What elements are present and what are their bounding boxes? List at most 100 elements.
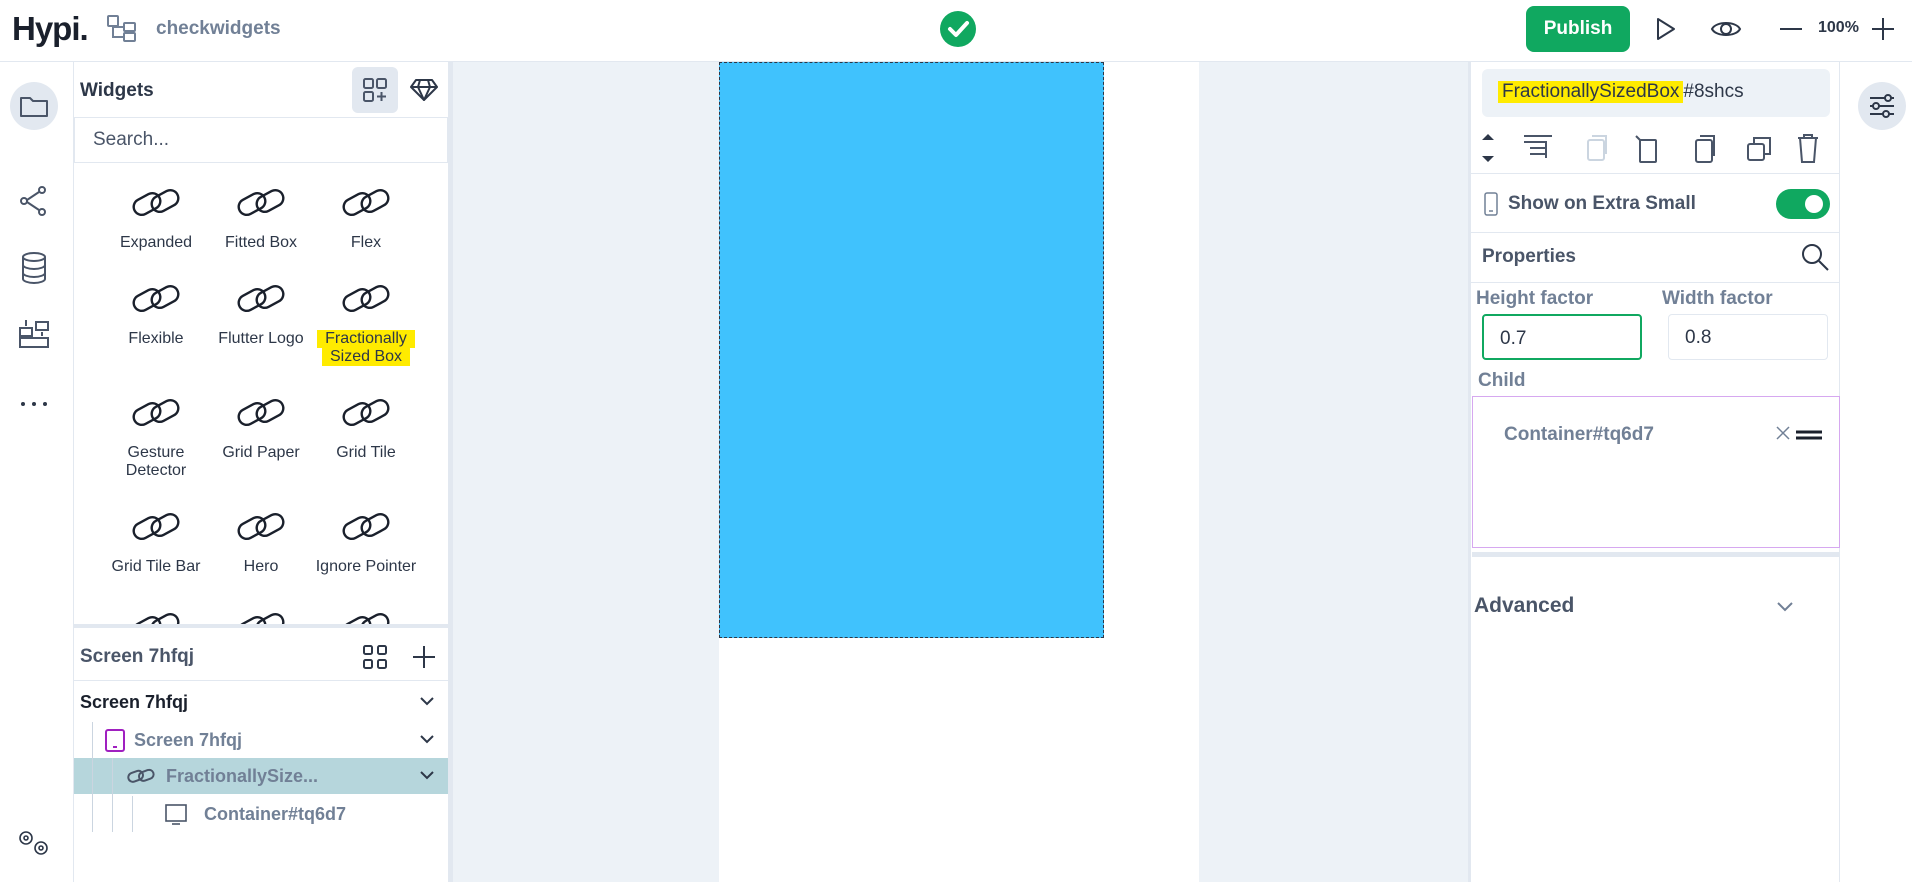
- widget-search-input[interactable]: [74, 117, 448, 163]
- zoom-level: 100%: [1818, 19, 1859, 36]
- widget-toolbar: [1470, 126, 1840, 170]
- link-chain-icon: [129, 604, 183, 624]
- more-dots-icon[interactable]: [20, 400, 48, 408]
- tree-row-screen-root[interactable]: Screen 7hfqj: [74, 684, 448, 720]
- container-icon: [164, 802, 188, 826]
- screens-panel-title: Screen 7hfqj: [80, 646, 195, 667]
- duplicate-icon[interactable]: [1747, 137, 1771, 161]
- screens-grid-icon[interactable]: [362, 644, 388, 670]
- divider: [1471, 173, 1840, 174]
- preview-eye-icon[interactable]: [1710, 16, 1742, 42]
- add-widget-grid-icon[interactable]: [352, 67, 398, 113]
- project-name[interactable]: checkwidgets: [156, 18, 281, 40]
- link-chain-icon: [342, 284, 390, 313]
- widget-item-label: Fitted Box: [224, 234, 298, 251]
- widget-item[interactable]: Ignore Pointer: [314, 504, 418, 576]
- link-chain-icon: [342, 398, 390, 427]
- tree-guide-line: [92, 722, 93, 832]
- add-screen-icon[interactable]: [412, 645, 436, 669]
- panel-resize-handle[interactable]: [448, 62, 453, 882]
- zoom-out-icon[interactable]: [1780, 28, 1802, 30]
- width-factor-label: Width factor: [1662, 288, 1773, 309]
- widget-item-label: Hero: [243, 558, 279, 575]
- link-chain-icon: [132, 188, 180, 217]
- link-chain-icon: [132, 284, 180, 313]
- widget-item[interactable]: Flutter Logo: [209, 276, 313, 348]
- project-tree-icon[interactable]: [106, 14, 138, 44]
- fractionally-sized-box-preview[interactable]: [719, 62, 1104, 638]
- link-chain-icon: [342, 512, 390, 541]
- widget-name-highlight: FractionallySizedBox: [1498, 81, 1684, 103]
- height-factor-input[interactable]: 0.7: [1482, 314, 1642, 360]
- toggle-knob[interactable]: [1805, 195, 1823, 213]
- connections-icon[interactable]: [18, 184, 50, 218]
- link-chain-icon: [237, 284, 285, 313]
- widget-item[interactable]: Hero: [209, 504, 313, 576]
- search-icon[interactable]: [1800, 242, 1830, 272]
- phone-icon: [1484, 192, 1498, 216]
- widget-item-label: Expanded: [119, 234, 193, 251]
- widget-item-label: Flexible: [128, 330, 184, 347]
- properties-heading: Properties: [1482, 246, 1576, 267]
- chevron-down-icon[interactable]: [418, 692, 436, 710]
- widget-item[interactable]: Flexible: [104, 276, 208, 348]
- divider: [1471, 282, 1840, 283]
- app-settings-gears-icon[interactable]: [16, 828, 52, 858]
- widget-item[interactable]: Fitted Box: [209, 180, 313, 252]
- disabled-copy-icon: [1587, 135, 1607, 161]
- play-icon[interactable]: [1652, 16, 1678, 42]
- child-widget-name[interactable]: Container#tq6d7: [1504, 424, 1654, 446]
- widget-item-label: Grid Paper: [222, 444, 300, 461]
- chevron-down-icon[interactable]: [418, 766, 436, 784]
- move-up-down-icon[interactable]: [1482, 134, 1494, 162]
- publish-button[interactable]: Publish: [1526, 6, 1630, 52]
- settings-sliders-icon[interactable]: [1858, 82, 1906, 130]
- zoom-in-icon[interactable]: [1870, 16, 1896, 42]
- child-section-bar: [1472, 552, 1840, 557]
- delete-trash-icon[interactable]: [1798, 134, 1818, 163]
- chevron-down-icon[interactable]: [418, 730, 436, 748]
- widget-item[interactable]: Grid Paper: [209, 390, 313, 462]
- divider: [1471, 232, 1840, 233]
- copy-icon[interactable]: [1695, 135, 1715, 163]
- tree-row-screen[interactable]: Screen 7hfqj: [74, 722, 448, 758]
- premium-gem-icon[interactable]: [410, 78, 438, 102]
- wrap-widget-icon[interactable]: [1524, 135, 1552, 158]
- app-logo[interactable]: Hypi.: [12, 10, 89, 48]
- widget-item[interactable]: Grid Tile Bar: [104, 504, 208, 576]
- child-dropzone[interactable]: [1472, 396, 1840, 548]
- tree-guide-line: [132, 796, 133, 832]
- workflow-icon[interactable]: [18, 318, 50, 350]
- cut-icon[interactable]: [1635, 135, 1657, 163]
- widget-item-label: Grid Tile Bar: [111, 558, 201, 575]
- widgets-panel-title: Widgets: [80, 80, 154, 101]
- files-folder-icon[interactable]: [10, 82, 58, 130]
- remove-child-close-icon[interactable]: [1775, 425, 1791, 441]
- child-label: Child: [1478, 370, 1526, 391]
- tree-row-label: Screen 7hfqj: [80, 692, 189, 712]
- widget-item[interactable]: Gesture Detector: [104, 390, 208, 480]
- show-on-extra-small-label: Show on Extra Small: [1508, 193, 1696, 214]
- phone-screen-icon: [104, 728, 126, 752]
- widget-item[interactable]: Grid Tile: [314, 390, 418, 462]
- link-chain-icon: [339, 604, 393, 624]
- widget-item-label: Grid Tile: [336, 444, 396, 461]
- link-chain-icon: [132, 512, 180, 541]
- widget-item[interactable]: Fractionally Sized Box: [314, 276, 418, 366]
- tree-row-container[interactable]: Container#tq6d7: [74, 796, 448, 832]
- tree-row-fractionally-sized-box[interactable]: FractionallySize...: [74, 758, 448, 794]
- widget-item[interactable]: Expanded: [104, 180, 208, 252]
- widget-item[interactable]: Flex: [314, 180, 418, 252]
- drag-handle-icon[interactable]: [1796, 430, 1822, 440]
- width-factor-input[interactable]: 0.8: [1668, 314, 1828, 360]
- tree-divider: [74, 680, 448, 681]
- tree-guide-line: [112, 758, 113, 832]
- widget-item-label: Gesture Detector: [125, 444, 187, 479]
- panel-divider: [74, 624, 448, 628]
- advanced-section-title[interactable]: Advanced: [1474, 594, 1574, 618]
- link-chain-icon: [342, 188, 390, 217]
- chevron-down-icon[interactable]: [1775, 596, 1795, 616]
- link-chain-icon: [126, 764, 156, 788]
- database-icon[interactable]: [20, 252, 48, 284]
- selected-widget-name[interactable]: FractionallySizedBox #8shcs: [1482, 69, 1830, 117]
